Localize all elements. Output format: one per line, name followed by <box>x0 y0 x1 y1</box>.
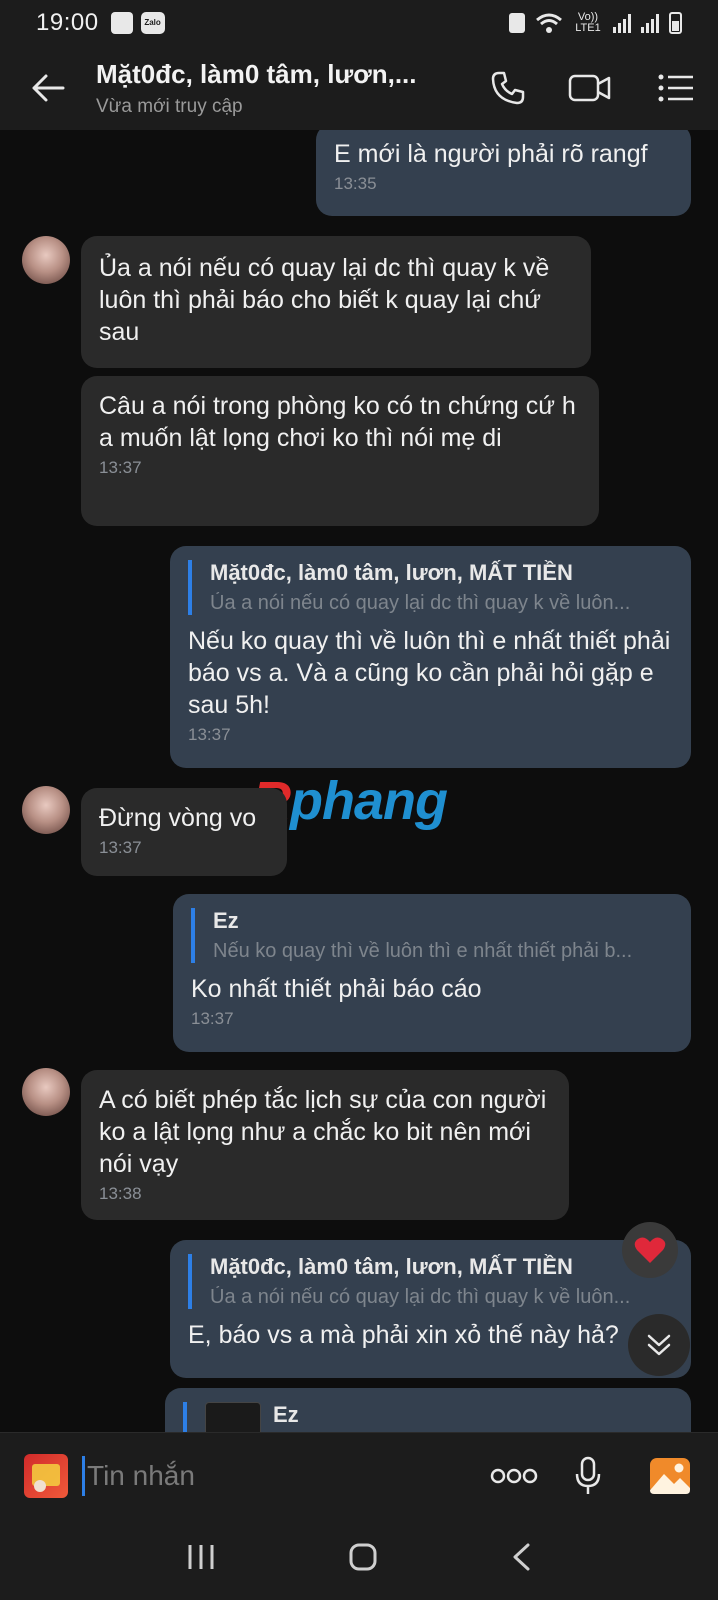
reply-quote[interactable]: Mặt0đc, làm0 tâm, lươn, MẤT TIỀN Ủa a nó… <box>188 1254 673 1309</box>
nfc-icon <box>509 13 525 33</box>
recent-apps-icon <box>188 1544 214 1569</box>
phone-icon <box>491 71 525 105</box>
message-text: Ko nhất thiết phải báo cáo <box>191 975 482 1003</box>
avatar[interactable] <box>22 786 70 834</box>
gallery-notification-icon <box>110 12 133 34</box>
recent-apps-button[interactable] <box>186 1543 216 1576</box>
message-text: Nếu ko quay thì về luôn thì e nhất thiết… <box>188 627 671 719</box>
message-time: 13:37 <box>99 458 142 477</box>
quote-sender: Ez <box>273 1402 299 1427</box>
message-text: Câu a nói trong phòng ko có tn chứng cứ … <box>99 392 576 452</box>
signal-2-icon <box>641 13 659 33</box>
list-menu-icon <box>658 74 693 102</box>
message-bubble-incoming[interactable]: Câu a nói trong phòng ko có tn chứng cứ … <box>81 376 599 526</box>
avatar[interactable] <box>22 236 70 284</box>
status-time: 19:00 <box>36 9 99 36</box>
avatar[interactable] <box>22 1068 70 1116</box>
reply-quote[interactable]: Ez Nếu ko quay thì về luôn thì e nhất th… <box>191 908 673 963</box>
chevron-left-icon <box>513 1543 530 1570</box>
scroll-to-bottom-button[interactable] <box>628 1314 690 1376</box>
message-bubble-outgoing[interactable]: Mặt0đc, làm0 tâm, lươn, MẤT TIỀN Ủa a nó… <box>170 1240 691 1378</box>
home-button[interactable] <box>348 1542 378 1577</box>
status-bar: 19:00 Zalo Vo)) LTE1 <box>0 0 718 46</box>
chat-title: Mặt0đc, làm0 tâm, lươn,... <box>96 58 417 89</box>
message-text: Đừng vòng vo <box>99 804 257 832</box>
more-dots-icon <box>490 1468 538 1483</box>
message-time: 13:37 <box>188 725 231 744</box>
message-bubble-outgoing[interactable]: E mới là người phải rõ rangf 13:35 <box>316 130 691 216</box>
microphone-icon <box>575 1456 601 1494</box>
message-text: E mới là người phải rõ rangf <box>334 140 648 168</box>
message-time: 13:37 <box>191 1009 234 1028</box>
quote-sender: Mặt0đc, làm0 tâm, lươn, MẤT TIỀN <box>210 560 573 585</box>
voice-call-button[interactable] <box>480 60 536 116</box>
signal-icon <box>613 13 631 33</box>
chat-header: Mặt0đc, làm0 tâm, lươn,... Vừa mới truy … <box>0 46 718 130</box>
video-call-button[interactable] <box>562 60 618 116</box>
back-button[interactable] <box>20 60 76 116</box>
arrow-left-icon <box>32 74 65 102</box>
video-camera-icon <box>568 74 611 102</box>
battery-icon <box>669 12 682 34</box>
message-text: Ủa a nói nếu có quay lại dc thì quay k v… <box>99 254 550 346</box>
heart-icon <box>634 1237 666 1263</box>
message-bubble-outgoing[interactable]: Ez <box>165 1388 691 1432</box>
text-cursor <box>82 1455 85 1496</box>
message-text: A có biết phép tắc lịch sự của con người… <box>99 1086 547 1178</box>
zalo-notification-icon: Zalo <box>140 12 165 34</box>
message-time: 13:37 <box>99 838 142 857</box>
message-bubble-outgoing[interactable]: Ez Nếu ko quay thì về luôn thì e nhất th… <box>173 894 691 1052</box>
composer-bar: Tin nhắn <box>0 1432 718 1518</box>
message-time: 13:38 <box>99 1184 142 1203</box>
message-list[interactable]: E mới là người phải rõ rangf 13:35 Ủa a … <box>0 130 718 1432</box>
voice-message-button[interactable] <box>560 1448 616 1504</box>
quote-sender: Ez <box>213 908 239 933</box>
message-input[interactable]: Tin nhắn <box>87 1460 486 1492</box>
quote-text: Ủa a nói nếu có quay lại dc thì quay k v… <box>210 1286 631 1308</box>
sticker-icon <box>32 1463 60 1492</box>
system-back-button[interactable] <box>510 1542 532 1577</box>
quote-text: Nếu ko quay thì về luôn thì e nhất thiết… <box>213 940 633 962</box>
quote-sender: Mặt0đc, làm0 tâm, lươn, MẤT TIỀN <box>210 1254 573 1279</box>
more-options-button[interactable] <box>486 1448 542 1504</box>
double-chevron-down-icon <box>647 1334 671 1356</box>
chat-title-area[interactable]: Mặt0đc, làm0 tâm, lươn,... Vừa mới truy … <box>96 59 446 118</box>
message-bubble-incoming[interactable]: Ủa a nói nếu có quay lại dc thì quay k v… <box>81 236 591 368</box>
message-bubble-incoming[interactable]: Đừng vòng vo 13:37 <box>81 788 287 876</box>
chat-status: Vừa mới truy cập <box>96 95 243 117</box>
message-bubble-incoming[interactable]: A có biết phép tắc lịch sự của con người… <box>81 1070 569 1220</box>
home-icon <box>349 1543 377 1570</box>
sticker-button[interactable] <box>24 1453 68 1498</box>
quote-text: Ủa a nói nếu có quay lại dc thì quay k v… <box>210 592 631 614</box>
wifi-icon <box>536 13 562 33</box>
quote-image-thumbnail <box>205 1402 261 1432</box>
reply-quote[interactable]: Ez <box>183 1402 673 1432</box>
message-time: 13:35 <box>334 174 377 193</box>
message-text: E, báo vs a mà phải xin xỏ thế này hả? <box>188 1321 619 1349</box>
image-icon <box>650 1457 690 1494</box>
message-bubble-outgoing[interactable]: Mặt0đc, làm0 tâm, lươn, MẤT TIỀN Ủa a nó… <box>170 546 691 768</box>
reaction-button[interactable] <box>622 1222 678 1278</box>
menu-button[interactable] <box>648 60 704 116</box>
volte-label: Vo)) LTE1 <box>575 11 601 34</box>
system-nav-bar <box>0 1518 718 1600</box>
gallery-button[interactable] <box>642 1448 698 1504</box>
reply-quote[interactable]: Mặt0đc, làm0 tâm, lươn, MẤT TIỀN Ủa a nó… <box>188 560 673 615</box>
